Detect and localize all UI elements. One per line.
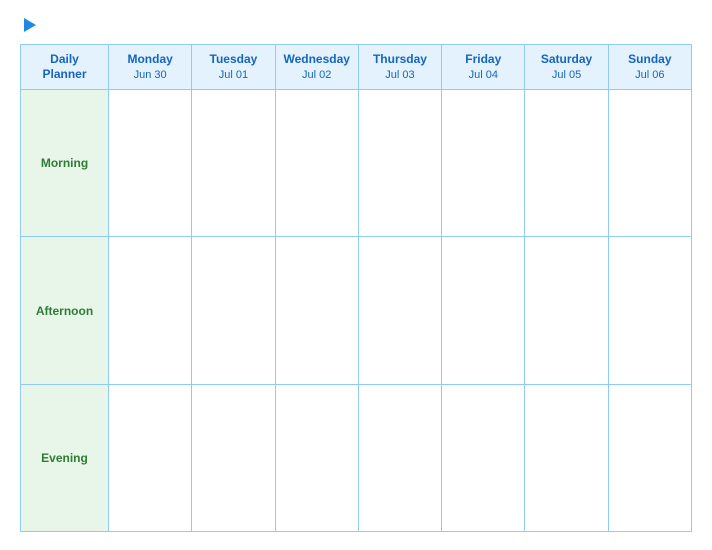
logo-arrow-icon	[24, 18, 36, 32]
cell-afternoon-tuesday[interactable]	[192, 237, 275, 384]
cell-evening-monday[interactable]	[109, 384, 192, 531]
cell-morning-tuesday[interactable]	[192, 90, 275, 237]
table-header-row: DailyPlanner MondayJun 30TuesdayJul 01We…	[21, 45, 692, 90]
table-row-evening: Evening	[21, 384, 692, 531]
table-row-afternoon: Afternoon	[21, 237, 692, 384]
day-header-thursday: ThursdayJul 03	[358, 45, 441, 90]
cell-afternoon-thursday[interactable]	[358, 237, 441, 384]
day-header-friday: FridayJul 04	[442, 45, 525, 90]
cell-evening-thursday[interactable]	[358, 384, 441, 531]
day-header-saturday: SaturdayJul 05	[525, 45, 608, 90]
cell-afternoon-monday[interactable]	[109, 237, 192, 384]
row-label-evening: Evening	[21, 384, 109, 531]
cell-evening-friday[interactable]	[442, 384, 525, 531]
cell-morning-friday[interactable]	[442, 90, 525, 237]
page-header	[20, 18, 692, 32]
row-label-afternoon: Afternoon	[21, 237, 109, 384]
cell-morning-monday[interactable]	[109, 90, 192, 237]
cell-evening-saturday[interactable]	[525, 384, 608, 531]
table-row-morning: Morning	[21, 90, 692, 237]
cell-afternoon-sunday[interactable]	[608, 237, 691, 384]
cell-morning-sunday[interactable]	[608, 90, 691, 237]
cell-evening-tuesday[interactable]	[192, 384, 275, 531]
day-header-sunday: SundayJul 06	[608, 45, 691, 90]
table-corner-header: DailyPlanner	[21, 45, 109, 90]
planner-table: DailyPlanner MondayJun 30TuesdayJul 01We…	[20, 44, 692, 532]
cell-evening-wednesday[interactable]	[275, 384, 358, 531]
cell-evening-sunday[interactable]	[608, 384, 691, 531]
day-header-wednesday: WednesdayJul 02	[275, 45, 358, 90]
cell-afternoon-friday[interactable]	[442, 237, 525, 384]
cell-morning-saturday[interactable]	[525, 90, 608, 237]
logo-area	[20, 18, 36, 32]
cell-afternoon-saturday[interactable]	[525, 237, 608, 384]
logo-blue-text	[20, 18, 36, 32]
day-header-tuesday: TuesdayJul 01	[192, 45, 275, 90]
cell-morning-wednesday[interactable]	[275, 90, 358, 237]
cell-morning-thursday[interactable]	[358, 90, 441, 237]
row-label-morning: Morning	[21, 90, 109, 237]
cell-afternoon-wednesday[interactable]	[275, 237, 358, 384]
day-header-monday: MondayJun 30	[109, 45, 192, 90]
